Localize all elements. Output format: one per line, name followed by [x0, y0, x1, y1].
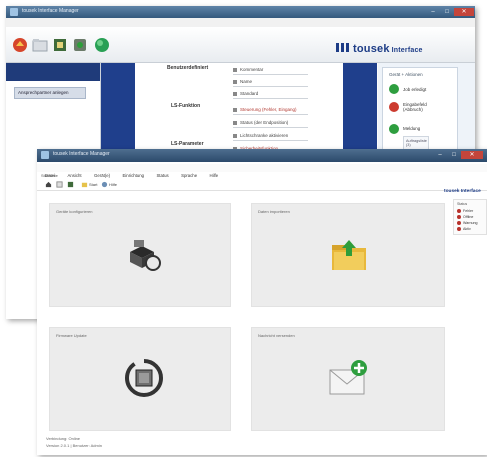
back-titlebar: tousek Interface Manager – □ ✕ [6, 6, 475, 18]
toolbar-help-label[interactable]: Hilfe [109, 182, 117, 187]
section-ls-parameter: LS-Parameter [171, 141, 204, 147]
section-benutzerdefiniert: Benutzerdefiniert [167, 65, 209, 71]
front-window: tousek Interface Manager – □ ✕ Datei Ans… [37, 149, 487, 455]
brand-name: tousek [353, 43, 390, 55]
maximize-button[interactable]: □ [447, 151, 461, 159]
action-label[interactable]: Meldung [403, 126, 420, 131]
minimize-button[interactable]: – [433, 151, 447, 159]
front-brand-logo: tousek Interface [444, 189, 481, 194]
tile-title: Geräte konfigurieren [56, 209, 93, 214]
tile-configure-devices[interactable]: Geräte konfigurieren [49, 203, 231, 307]
legend-item[interactable]: Aktiv [457, 227, 471, 233]
status-error-icon[interactable] [389, 102, 399, 112]
status-line-connection: Verbindung: Online [46, 436, 81, 441]
form-row[interactable]: Status (der Endposition) [233, 118, 308, 128]
brand-logo: tousek Interface [336, 43, 423, 55]
row-bullet-icon [233, 120, 237, 125]
status-line-version: Version 2.0.1 | Benutzer: Admin [46, 443, 102, 448]
status-dot-icon [457, 227, 461, 232]
minimize-button[interactable]: – [426, 8, 440, 16]
row-bullet-icon [233, 67, 237, 72]
form-row[interactable]: Standard [233, 89, 308, 99]
row-bullet-icon [233, 79, 237, 84]
home-icon[interactable] [45, 181, 52, 188]
close-button[interactable]: ✕ [461, 151, 483, 159]
gear-icon[interactable] [52, 37, 68, 53]
folder-upload-icon [332, 240, 366, 270]
legend-header: Status [457, 202, 468, 206]
action-card-header: Gerät + Aktionen [389, 72, 423, 77]
toolbar-start-label[interactable]: Start [89, 182, 97, 187]
mail-add-icon [329, 360, 367, 395]
form-row[interactable]: Kommentar [233, 65, 308, 75]
sidebar-header [6, 63, 100, 81]
row-bullet-icon [233, 91, 237, 96]
folder-icon[interactable] [32, 37, 48, 53]
row-bullet-icon [233, 107, 237, 112]
help-icon[interactable] [101, 181, 108, 188]
brand-bars-icon [336, 43, 350, 52]
devices-icon [130, 240, 161, 271]
document-icon[interactable] [56, 181, 63, 188]
front-window-title: tousek Interface Manager [53, 151, 110, 157]
back-menubar: Datei Ansicht Gerät(e) Einrichtung Statu… [6, 18, 475, 32]
front-toolbar: Start Hilfe [37, 178, 487, 191]
back-window-title: tousek Interface Manager [22, 8, 79, 14]
front-titlebar: tousek Interface Manager – □ ✕ [37, 149, 487, 162]
tile-import-data[interactable]: Daten importieren [251, 203, 445, 307]
tile-firmware-update[interactable]: Firmware Update [49, 327, 231, 431]
status-dot-icon [457, 221, 461, 226]
folder-icon[interactable] [81, 181, 88, 188]
tile-title: Nachricht versenden [258, 333, 295, 338]
row-bullet-icon [233, 133, 237, 138]
front-menubar: Datei Ansicht Gerät(e) Einrichtung Statu… [37, 164, 487, 178]
status-ok-icon[interactable] [389, 84, 399, 94]
status-dot-icon [457, 215, 461, 220]
device-icon[interactable] [72, 37, 88, 53]
app-icon [41, 151, 49, 159]
maximize-button[interactable]: □ [440, 8, 454, 16]
back-toolbar: tousek Interface [6, 27, 475, 63]
device-icon[interactable] [67, 181, 74, 188]
section-ls-funktion: LS-Funktion [171, 103, 201, 109]
sidebar-selected-item[interactable]: Ansprechpartner anlegen [14, 87, 86, 99]
tile-title: Firmware Update [56, 333, 87, 338]
close-button[interactable]: ✕ [454, 8, 474, 16]
brand-suffix: Interface [391, 47, 423, 54]
tile-title: Daten importieren [258, 209, 290, 214]
action-label[interactable]: Eingabefeld (Abbruch) [403, 102, 447, 112]
form-row[interactable]: Steuerung (Fehler, Eingang) [233, 105, 308, 115]
app-icon [10, 8, 18, 16]
status-dot-icon [457, 209, 461, 214]
action-label[interactable]: Job erledigt [403, 87, 426, 92]
disk-icon [125, 359, 163, 397]
status-ok-icon[interactable] [389, 124, 399, 134]
status-legend: Status Fehler Offline Warnung Aktiv [453, 199, 487, 235]
form-row[interactable]: Name [233, 77, 308, 87]
red-logo-icon[interactable] [12, 37, 28, 53]
tile-send-message[interactable]: Nachricht versenden [251, 327, 445, 431]
form-row[interactable]: Lichtschranke aktivieren [233, 131, 308, 141]
globe-icon[interactable] [94, 37, 110, 53]
